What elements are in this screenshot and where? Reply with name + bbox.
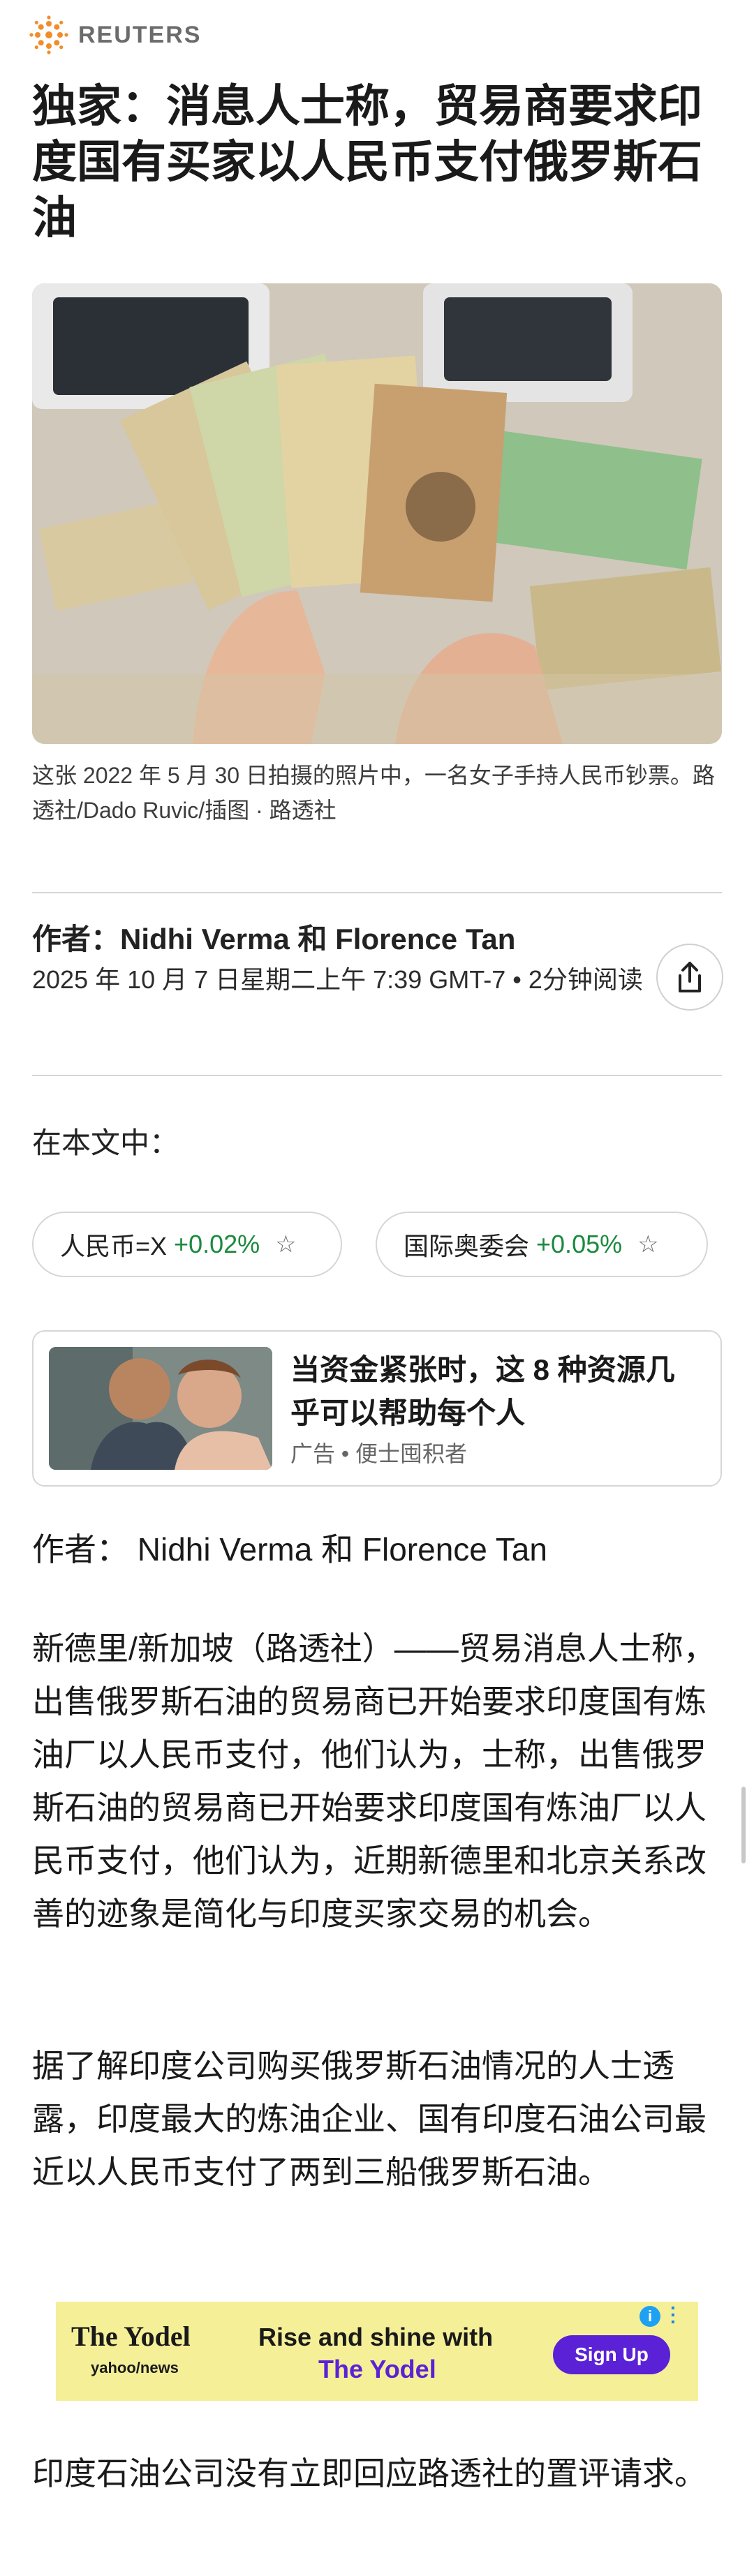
- yodel-banner-ad[interactable]: The Yodel yahoo/news Rise and shine with…: [56, 2298, 698, 2401]
- in-this-article-label: 在本文中：: [32, 1126, 179, 1159]
- ticker-name: 国际奥委会: [404, 1232, 530, 1260]
- article-headline: 独家：消息人士称，贸易商要求印度国有买家以人民币支付俄罗斯石油: [32, 81, 702, 243]
- article-byline-paragraph: 作者： Nidhi Verma 和 Florence Tan: [32, 1531, 547, 1568]
- scrollbar[interactable]: [741, 1787, 746, 1863]
- banknotes-image: [32, 283, 722, 744]
- banner-tagline: Rise and shine with: [258, 2323, 494, 2351]
- reuters-logo-icon: [29, 15, 68, 54]
- ticker-chip-ioc[interactable]: 国际奥委会 +0.05% ☆: [376, 1212, 708, 1277]
- banner-tagline-brand: The Yodel: [318, 2355, 436, 2383]
- article-paragraph-2: 据了解印度公司购买俄罗斯石油情况的人士透露，印度最大的炼油企业、国有印度石油公司…: [32, 2048, 707, 2190]
- author-byline: 作者：Nidhi Verma 和 Florence Tan: [32, 923, 516, 955]
- brand-name: REUTERS: [78, 21, 202, 48]
- sign-up-button[interactable]: Sign Up: [553, 2335, 670, 2374]
- sponsored-card[interactable]: 当资金紧张时，这 8 种资源几乎可以帮助每个人 广告 • 便士囤积者: [32, 1330, 722, 1487]
- share-button[interactable]: [656, 944, 723, 1011]
- couple-photo: [49, 1347, 272, 1470]
- article-photo: [32, 283, 722, 744]
- publish-date: 2025 年 10 月 7 日星期二上午 7:39 GMT-7 • 2分钟阅读: [32, 965, 643, 994]
- photo-caption: 这张 2022 年 5 月 30 日拍摄的照片中，一名女子手持人民币钞票。路透社…: [32, 763, 715, 823]
- ticker-name: 人民币=X: [60, 1232, 168, 1260]
- ticker-chip-cny[interactable]: 人民币=X +0.02% ☆: [32, 1212, 342, 1277]
- ticker-change: +0.05%: [536, 1230, 623, 1258]
- reuters-logo[interactable]: REUTERS: [29, 15, 201, 54]
- adchoices-icon[interactable]: i: [640, 2306, 660, 2327]
- ticker-change: +0.02%: [174, 1230, 260, 1258]
- sponsored-title[interactable]: 当资金紧张时，这 8 种资源几乎可以帮助每个人: [290, 1348, 702, 1435]
- share-icon: [679, 962, 701, 992]
- yodel-logo: The Yodel: [71, 2321, 191, 2352]
- sponsored-meta: 广告 • 便士囤积者: [290, 1441, 467, 1466]
- divider: [32, 892, 722, 893]
- star-outline-icon[interactable]: ☆: [637, 1230, 658, 1258]
- more-options-icon[interactable]: · · ·: [670, 2298, 677, 2332]
- article-paragraph-1: 新德里/新加坡（路透社）——贸易消息人士称，出售俄罗斯石油的贸易商已开始要求印度…: [32, 1630, 716, 1932]
- star-outline-icon[interactable]: ☆: [275, 1230, 296, 1258]
- sponsored-image: [49, 1347, 272, 1470]
- divider: [32, 1075, 722, 1076]
- article-paragraph-3: 印度石油公司没有立即回应路透社的置评请求。: [32, 2455, 707, 2492]
- yahoo-news-logo: yahoo/news: [91, 2359, 179, 2376]
